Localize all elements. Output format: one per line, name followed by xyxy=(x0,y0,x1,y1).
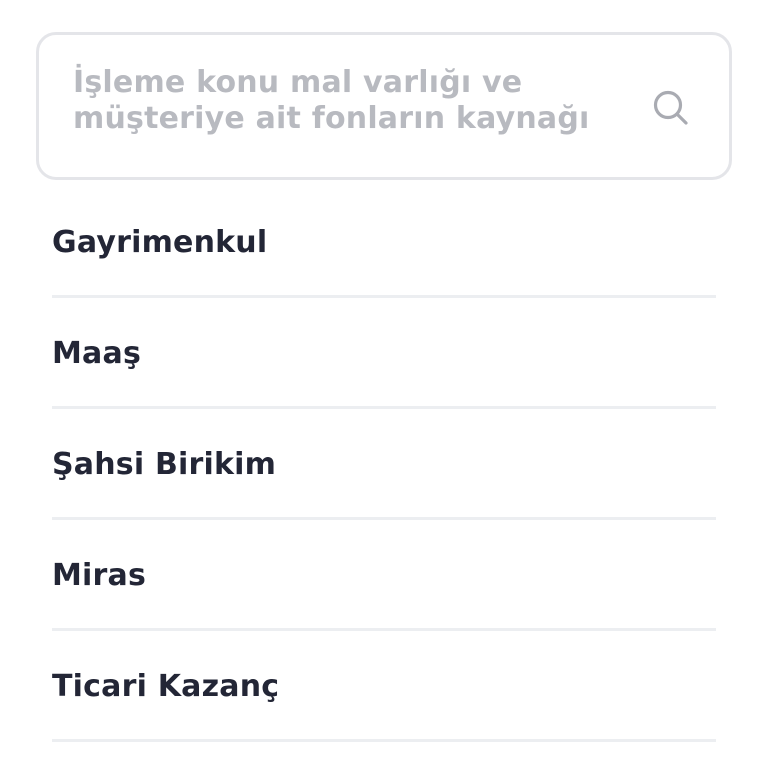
source-of-funds-page: İşleme konu mal varlığı ve müşteriye ait… xyxy=(0,0,768,768)
list-item-miras[interactable]: Miras xyxy=(52,520,716,631)
list-item-label: Şahsi Birikim xyxy=(52,447,277,482)
search-placeholder: İşleme konu mal varlığı ve müşteriye ait… xyxy=(73,65,619,137)
list-item-label: Gayrimenkul xyxy=(52,225,268,260)
search-placeholder-line-2: müşteriye ait fonların kaynağı xyxy=(73,101,590,136)
list-item-label: Miras xyxy=(52,558,147,593)
search-placeholder-line-1: İşleme konu mal varlığı ve xyxy=(73,65,523,100)
list-item-label: Ticari Kazanç xyxy=(52,669,280,704)
list-item-ticari-kazanc[interactable]: Ticari Kazanç xyxy=(52,631,716,742)
search-input[interactable]: İşleme konu mal varlığı ve müşteriye ait… xyxy=(36,32,732,180)
list-item-gayrimenkul[interactable]: Gayrimenkul xyxy=(52,190,716,298)
search-icon[interactable] xyxy=(651,88,691,128)
list-item-maas[interactable]: Maaş xyxy=(52,298,716,409)
list-item-label: Maaş xyxy=(52,336,141,371)
options-list: Gayrimenkul Maaş Şahsi Birikim Miras Tic… xyxy=(52,190,716,742)
list-item-sahsi-birikim[interactable]: Şahsi Birikim xyxy=(52,409,716,520)
